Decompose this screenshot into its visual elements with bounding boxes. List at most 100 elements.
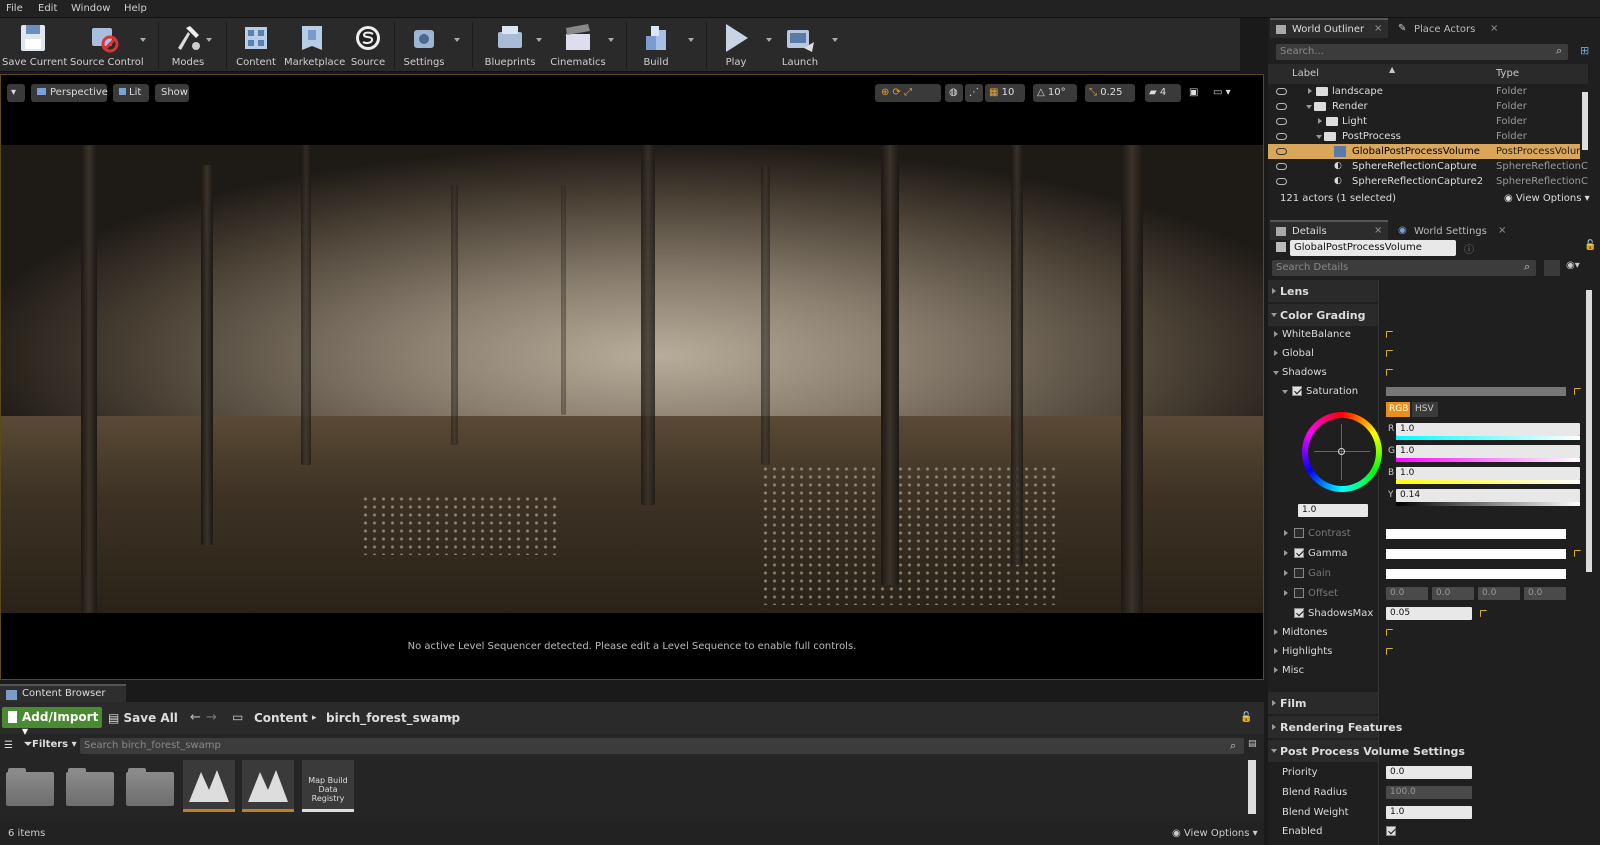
content-search-input[interactable]: Search birch_forest_swamp: [80, 738, 1244, 754]
save-current-button[interactable]: Save Current: [2, 20, 67, 70]
play-button[interactable]: Play: [714, 20, 758, 70]
cinematics-button[interactable]: Cinematics: [550, 20, 606, 70]
saturation-checkbox[interactable]: [1292, 386, 1302, 396]
eye-visibility-icon[interactable]: ◉▾: [1566, 260, 1580, 271]
gamma-color-bar[interactable]: [1386, 549, 1566, 559]
visibility-eye-icon[interactable]: [1276, 163, 1287, 170]
gain-color-bar[interactable]: [1386, 569, 1566, 579]
enabled-checkbox[interactable]: [1386, 826, 1396, 836]
shadows-max-checkbox[interactable]: [1294, 608, 1304, 618]
breadcrumb-content[interactable]: Content: [254, 711, 308, 725]
visibility-eye-icon[interactable]: [1276, 133, 1287, 140]
cinematics-dropdown-icon[interactable]: [608, 38, 614, 42]
world-local-icon[interactable]: ◍: [945, 84, 963, 102]
prop-misc[interactable]: Misc: [1268, 663, 1600, 679]
prop-gamma[interactable]: Gamma: [1268, 546, 1600, 562]
viewport-options-button[interactable]: ▾: [7, 84, 25, 102]
reset-icon[interactable]: [1386, 629, 1393, 636]
outliner-scrollbar[interactable]: [1582, 92, 1588, 150]
column-type[interactable]: Type: [1496, 68, 1519, 79]
breadcrumb-birch-forest-swamp[interactable]: birch_forest_swamp: [326, 711, 460, 725]
folder-item[interactable]: [126, 764, 174, 806]
save-all-button[interactable]: ▤ Save All: [108, 711, 178, 725]
add-filter-icon[interactable]: ⊞: [1580, 44, 1589, 57]
reset-icon[interactable]: [1386, 369, 1393, 376]
expand-arrow-icon[interactable]: [1318, 118, 1322, 124]
actor-name-field[interactable]: GlobalPostProcessVolume: [1290, 240, 1456, 256]
source-control-dropdown-icon[interactable]: [140, 38, 146, 42]
offset-a-field[interactable]: 0.0: [1524, 587, 1566, 600]
shadows-max-field[interactable]: 0.05: [1386, 607, 1472, 620]
source-button[interactable]: Source: [348, 20, 388, 70]
build-dropdown-icon[interactable]: [688, 38, 694, 42]
tab-place-actors[interactable]: ✎ Place Actors ×: [1392, 18, 1502, 38]
breadcrumb-separator-icon[interactable]: ▸: [312, 713, 317, 723]
outliner-row-selected[interactable]: GlobalPostProcessVolume PostProcessVolum: [1268, 144, 1586, 159]
hsv-mode-button[interactable]: HSV: [1412, 402, 1438, 417]
blend-weight-field[interactable]: 1.0: [1386, 806, 1472, 819]
marketplace-button[interactable]: Marketplace: [284, 20, 345, 70]
scale-snap-button[interactable]: ⤡ 0.25: [1085, 84, 1135, 102]
close-icon[interactable]: ×: [1374, 225, 1382, 236]
view-options-button[interactable]: ◉ View Options ▾: [1172, 828, 1258, 839]
lock-icon[interactable]: 🔓: [1240, 712, 1252, 723]
rgb-mode-button[interactable]: RGB: [1386, 402, 1410, 417]
wheel-picker-handle[interactable]: [1338, 448, 1345, 455]
outliner-row[interactable]: PostProcess Folder: [1268, 129, 1600, 144]
lock-icon[interactable]: 🔓: [1584, 240, 1596, 251]
settings-dropdown-icon[interactable]: [454, 38, 460, 42]
build-button[interactable]: Build: [634, 20, 678, 70]
reset-icon[interactable]: [1574, 550, 1581, 557]
surface-snap-icon[interactable]: ⋰: [965, 84, 983, 102]
menu-file[interactable]: File: [6, 3, 23, 14]
rotation-snap-button[interactable]: △ 10°: [1033, 84, 1077, 102]
outliner-view-options-button[interactable]: ◉ View Options ▾: [1504, 193, 1590, 204]
folder-item[interactable]: [6, 764, 54, 806]
section-post-process-volume-settings[interactable]: Post Process Volume Settings: [1268, 740, 1465, 762]
prop-shadows[interactable]: Shadows: [1268, 365, 1600, 381]
close-icon[interactable]: ×: [1498, 225, 1506, 236]
reset-icon[interactable]: [1386, 648, 1393, 655]
reset-icon[interactable]: [1480, 610, 1487, 617]
layout-icon[interactable]: ▭ ▾: [1209, 84, 1249, 102]
back-arrow-icon[interactable]: ←: [190, 710, 201, 725]
sources-toggle-icon[interactable]: ☰: [4, 740, 13, 751]
menu-window[interactable]: Window: [71, 3, 110, 14]
prop-midtones[interactable]: Midtones: [1268, 625, 1600, 641]
outliner-row[interactable]: landscape Folder: [1268, 84, 1600, 99]
outliner-row[interactable]: ◐ SphereReflectionCapture2 SphereReflectio…: [1268, 174, 1600, 189]
level-asset[interactable]: [183, 760, 235, 812]
b-channel-field[interactable]: 1.0: [1396, 467, 1580, 480]
prop-highlights[interactable]: Highlights: [1268, 644, 1600, 660]
offset-b-field[interactable]: 0.0: [1478, 587, 1520, 600]
g-channel-field[interactable]: 1.0: [1396, 445, 1580, 458]
reset-icon[interactable]: [1386, 331, 1393, 338]
property-matrix-icon[interactable]: [1544, 260, 1560, 276]
visibility-eye-icon[interactable]: [1276, 88, 1287, 95]
outliner-row[interactable]: Light Folder: [1268, 114, 1600, 129]
level-viewport[interactable]: ▾ Perspective Lit Show ⊕ ⟳ ⤢ ◍ ⋰ ▦ 10 △ …: [0, 74, 1264, 680]
perspective-button[interactable]: Perspective: [31, 84, 108, 102]
prop-global[interactable]: Global: [1268, 346, 1600, 362]
y-channel-field[interactable]: 0.14: [1396, 489, 1580, 502]
settings-button[interactable]: Settings: [402, 20, 446, 70]
menu-help[interactable]: Help: [124, 3, 147, 14]
breadcrumb-separator-icon[interactable]: ▸: [448, 713, 453, 723]
map-build-data-asset[interactable]: Map Build Data Registry: [302, 760, 354, 812]
transform-mode-icons[interactable]: ⊕ ⟳ ⤢: [875, 84, 941, 102]
play-dropdown-icon[interactable]: [766, 38, 772, 42]
section-color-grading[interactable]: Color Grading: [1268, 304, 1378, 326]
section-rendering-features[interactable]: Rendering Features: [1268, 716, 1402, 738]
tab-world-settings[interactable]: ◉ World Settings ×: [1392, 220, 1512, 240]
outliner-search-input[interactable]: Search...: [1276, 44, 1568, 60]
close-icon[interactable]: ×: [1374, 23, 1382, 34]
save-search-icon[interactable]: ▤: [1248, 739, 1257, 749]
help-icon[interactable]: ⓘ: [1464, 241, 1474, 256]
grid-snap-button[interactable]: ▦ 10: [985, 84, 1025, 102]
forward-arrow-icon[interactable]: →: [206, 710, 217, 725]
content-scrollbar[interactable]: [1248, 760, 1256, 814]
modes-button[interactable]: Modes: [166, 20, 210, 70]
blueprints-button[interactable]: Blueprints: [482, 20, 538, 70]
tab-content-browser[interactable]: Content Browser: [0, 684, 126, 702]
visibility-eye-icon[interactable]: [1276, 103, 1287, 110]
